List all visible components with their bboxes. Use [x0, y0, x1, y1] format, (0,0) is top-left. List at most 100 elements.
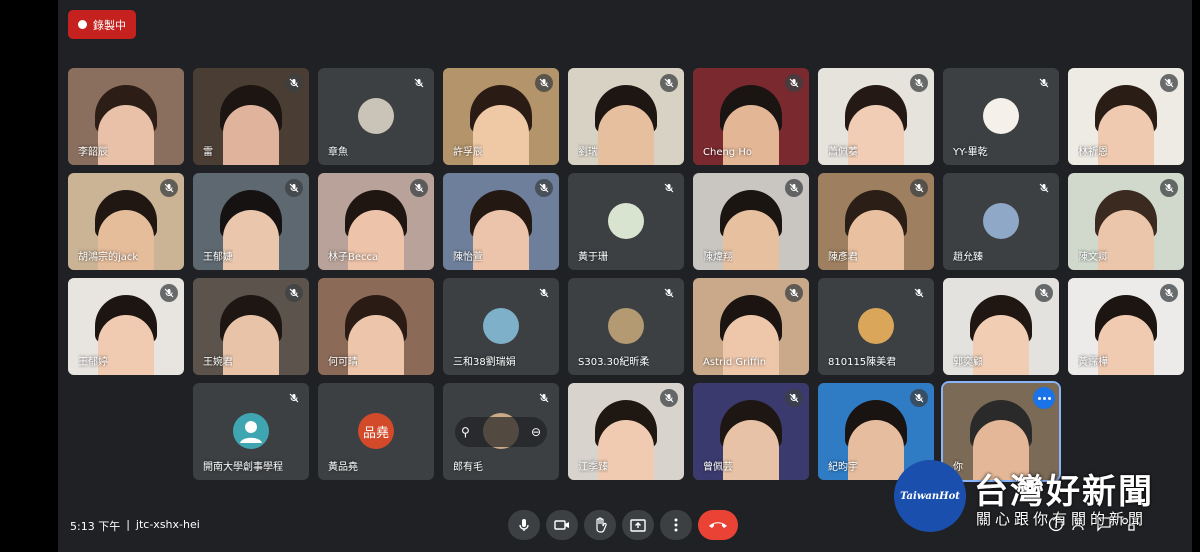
- participant-tile[interactable]: 劉瑞: [568, 68, 684, 165]
- participant-tile[interactable]: 陳煒翔: [693, 173, 809, 270]
- participant-name: 蕭佩蓁: [828, 147, 858, 158]
- participant-name: 雷: [203, 147, 213, 158]
- camera-icon: [554, 520, 569, 530]
- participant-tile[interactable]: 江季臻: [568, 383, 684, 480]
- mic-off-icon: [535, 389, 553, 407]
- record-dot-icon: [78, 20, 87, 29]
- mic-off-icon: [910, 284, 928, 302]
- remove-icon[interactable]: ⊖: [531, 425, 541, 439]
- mic-off-icon: [1035, 179, 1053, 197]
- participant-name: S303.30紀昕柔: [578, 357, 650, 368]
- participant-name: 郭奕顧: [953, 357, 983, 368]
- participant-tile[interactable]: S303.30紀昕柔: [568, 278, 684, 375]
- mic-off-icon: [910, 179, 928, 197]
- participant-name: 陳文卿: [1078, 252, 1108, 263]
- mic-off-icon: [535, 74, 553, 92]
- participant-face: [598, 105, 654, 165]
- mic-off-icon: [410, 74, 428, 92]
- participant-name: 王郁婷: [78, 357, 108, 368]
- leave-call-button[interactable]: [698, 510, 738, 540]
- participant-name: 胡鴻宗的jack: [78, 252, 139, 263]
- participant-tile[interactable]: 三和38劉瑞娟: [443, 278, 559, 375]
- participant-tile[interactable]: 品堯黃品堯: [318, 383, 434, 480]
- present-button[interactable]: [622, 510, 654, 540]
- participant-name: 郎有毛: [453, 462, 483, 473]
- mic-off-icon: [1035, 284, 1053, 302]
- mic-off-icon: [660, 284, 678, 302]
- mic-off-icon: [1035, 74, 1053, 92]
- participant-tile[interactable]: 陳彥君: [818, 173, 934, 270]
- participant-tile[interactable]: 何可晴: [318, 278, 434, 375]
- participant-tile[interactable]: Cheng Ho: [693, 68, 809, 165]
- mic-off-icon: [785, 389, 803, 407]
- participant-name: 章魚: [328, 147, 348, 158]
- participant-name: 許孚辰: [453, 147, 483, 158]
- participant-tile[interactable]: 雷: [193, 68, 309, 165]
- meeting-time: 5:13 下午: [70, 520, 121, 533]
- mic-off-icon: [410, 179, 428, 197]
- participant-name: 江季臻: [578, 462, 608, 473]
- mic-off-icon: [160, 284, 178, 302]
- participant-tile[interactable]: 王郁婕: [193, 173, 309, 270]
- more-options-button[interactable]: [660, 510, 692, 540]
- participant-tile[interactable]: 王婉君: [193, 278, 309, 375]
- logo-title: 台灣好新聞: [974, 472, 1154, 512]
- participant-tile[interactable]: ⚲ ⊖ 郎有毛: [443, 383, 559, 480]
- mic-off-icon: [660, 74, 678, 92]
- participant-tile[interactable]: 林祈恩: [1068, 68, 1184, 165]
- raise-hand-button[interactable]: [584, 510, 616, 540]
- participant-tile[interactable]: 李韶辰: [68, 68, 184, 165]
- participant-tile[interactable]: 章魚: [318, 68, 434, 165]
- participant-name: 黃于珊: [578, 252, 608, 263]
- logo-circle: TaiwanHot: [894, 460, 966, 532]
- more-options-icon[interactable]: [1033, 387, 1055, 409]
- participant-tile[interactable]: 810115陳美君: [818, 278, 934, 375]
- participant-tile[interactable]: 陳怡萱: [443, 173, 559, 270]
- participant-name: 李韶辰: [78, 147, 108, 158]
- watermark-logo: TaiwanHot 台灣好新聞 關心跟你有關的新聞: [894, 460, 1200, 552]
- microphone-button[interactable]: [508, 510, 540, 540]
- participant-tile[interactable]: 胡鴻宗的jack: [68, 173, 184, 270]
- participant-tile[interactable]: 郭奕顧: [943, 278, 1059, 375]
- mic-off-icon: [535, 284, 553, 302]
- camera-button[interactable]: [546, 510, 578, 540]
- participant-face: [223, 105, 279, 165]
- mic-off-icon: [285, 74, 303, 92]
- pin-icon[interactable]: ⚲: [461, 425, 470, 439]
- participant-name: 黃品堯: [328, 462, 358, 473]
- participant-tile[interactable]: 曾佩芸: [693, 383, 809, 480]
- mic-off-icon: [1160, 74, 1178, 92]
- mic-off-icon: [910, 389, 928, 407]
- mic-off-icon: [910, 74, 928, 92]
- participant-tile[interactable]: 黃霈樺: [1068, 278, 1184, 375]
- participant-tile[interactable]: 蕭佩蓁: [818, 68, 934, 165]
- participant-name: 何可晴: [328, 357, 358, 368]
- participant-tile[interactable]: 林子Becca: [318, 173, 434, 270]
- participant-name: YY-畢乾: [953, 147, 988, 158]
- person-icon: [233, 413, 269, 449]
- profile-avatar: [483, 308, 519, 344]
- profile-avatar: [858, 308, 894, 344]
- participant-tile[interactable]: 許孚辰: [443, 68, 559, 165]
- participant-name: 陳彥君: [828, 252, 858, 263]
- participant-tile[interactable]: Astrid Griffin: [693, 278, 809, 375]
- participant-name: 三和38劉瑞娟: [453, 357, 516, 368]
- recording-badge[interactable]: 錄製中: [68, 10, 136, 39]
- letter-avatar: 品堯: [358, 413, 394, 449]
- participant-name: 林子Becca: [328, 252, 379, 263]
- profile-avatar: [983, 98, 1019, 134]
- participant-tile[interactable]: 開南大學創事學程: [193, 383, 309, 480]
- participant-tile[interactable]: 王郁婷: [68, 278, 184, 375]
- mic-off-icon: [1160, 179, 1178, 197]
- mic-off-icon: [660, 179, 678, 197]
- mic-off-icon: [1160, 284, 1178, 302]
- meeting-code[interactable]: jtc-xshx-hei: [136, 518, 200, 534]
- mic-off-icon: [785, 179, 803, 197]
- participant-tile[interactable]: 陳文卿: [1068, 173, 1184, 270]
- participant-tile[interactable]: YY-畢乾: [943, 68, 1059, 165]
- participant-tile[interactable]: 趙允臻: [943, 173, 1059, 270]
- profile-avatar: [608, 308, 644, 344]
- participant-name: 林祈恩: [1078, 147, 1108, 158]
- participant-name: 王婉君: [203, 357, 233, 368]
- participant-tile[interactable]: 黃于珊: [568, 173, 684, 270]
